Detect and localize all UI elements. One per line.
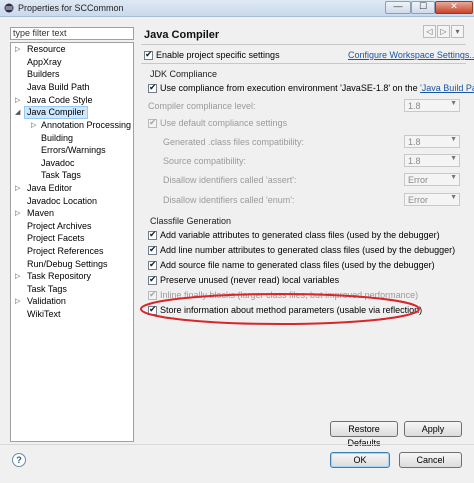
disallow-enum-value: Error xyxy=(408,195,428,205)
enable-project-specific-checkbox[interactable] xyxy=(144,49,153,60)
tree-item-wikitext[interactable]: WikiText xyxy=(27,309,61,320)
preserve-unused-checkbox[interactable] xyxy=(148,274,157,285)
forward-button[interactable]: ▷ xyxy=(437,25,450,38)
disallow-assert-value: Error xyxy=(408,175,428,185)
collapsed-arrow-icon[interactable]: ▷ xyxy=(15,96,20,104)
chevron-down-icon: ▼ xyxy=(450,100,457,107)
collapsed-arrow-icon[interactable]: ▷ xyxy=(15,209,20,217)
help-icon: ? xyxy=(16,455,22,465)
maximize-button[interactable]: ☐ xyxy=(411,1,435,14)
source-file-name-label: Add source file name to generated class … xyxy=(160,260,435,270)
highlight-ellipse xyxy=(140,293,420,325)
tree-item-building[interactable]: Building xyxy=(41,133,73,144)
help-button[interactable]: ? xyxy=(12,453,26,467)
configure-workspace-link[interactable]: Configure Workspace Settings... xyxy=(348,50,474,60)
expanded-arrow-icon[interactable]: ◢ xyxy=(15,108,20,116)
disallow-assert-label: Disallow identifiers called 'assert': xyxy=(163,175,297,185)
maximize-icon: ☐ xyxy=(418,1,428,11)
source-compat-value: 1.8 xyxy=(408,156,421,166)
tree-item-annotation-processing[interactable]: Annotation Processing xyxy=(41,120,131,131)
tree-item-javadoc[interactable]: Javadoc xyxy=(41,158,75,169)
tree-item-task-tags-compiler[interactable]: Task Tags xyxy=(41,170,81,181)
tree-item-errors-warnings[interactable]: Errors/Warnings xyxy=(41,145,106,156)
chevron-down-icon: ▼ xyxy=(450,155,457,162)
tree-item-java-build-path[interactable]: Java Build Path xyxy=(27,82,90,93)
tree-item-task-repository[interactable]: Task Repository xyxy=(27,271,91,282)
use-default-compliance-checkbox[interactable] xyxy=(148,117,157,128)
tree-item-task-tags[interactable]: Task Tags xyxy=(27,284,67,295)
enable-project-specific-label: Enable project specific settings xyxy=(156,50,280,60)
generated-compat-select[interactable]: 1.8 ▼ xyxy=(404,135,460,148)
line-number-attributes-label: Add line number attributes to generated … xyxy=(160,245,456,255)
tree-item-builders[interactable]: Builders xyxy=(27,69,60,80)
tree-item-project-facets[interactable]: Project Facets xyxy=(27,233,85,244)
app-icon xyxy=(4,3,14,13)
chevron-down-icon: ▼ xyxy=(450,174,457,181)
close-button[interactable]: ✕ xyxy=(435,1,473,14)
variable-attributes-label: Add variable attributes to generated cla… xyxy=(160,230,440,240)
generated-compat-label: Generated .class files compatibility: xyxy=(163,137,305,147)
tree-item-java-compiler[interactable]: Java Compiler xyxy=(24,106,88,119)
tree-item-project-references[interactable]: Project References xyxy=(27,246,104,257)
chevron-down-icon: ▾ xyxy=(455,27,460,36)
cancel-button[interactable]: Cancel xyxy=(399,452,462,468)
use-compliance-label: Use compliance from execution environmen… xyxy=(160,83,474,93)
tree-item-project-archives[interactable]: Project Archives xyxy=(27,221,92,232)
settings-divider xyxy=(141,63,466,64)
forward-arrow-icon: ▷ xyxy=(440,27,447,36)
collapsed-arrow-icon[interactable]: ▷ xyxy=(15,45,20,53)
line-number-attributes-checkbox[interactable] xyxy=(148,244,157,255)
close-icon: ✕ xyxy=(450,1,458,11)
compiler-compliance-select[interactable]: 1.8 ▼ xyxy=(404,99,460,112)
use-compliance-checkbox[interactable] xyxy=(148,82,157,93)
back-button[interactable]: ◁ xyxy=(423,25,436,38)
filter-placeholder: type filter text xyxy=(13,28,67,38)
compiler-compliance-label: Compiler compliance level: xyxy=(148,101,256,111)
back-arrow-icon: ◁ xyxy=(426,27,433,36)
collapsed-arrow-icon[interactable]: ▷ xyxy=(15,297,20,305)
tree-item-java-code-style[interactable]: Java Code Style xyxy=(27,95,93,106)
header-divider xyxy=(141,44,466,45)
tree-item-validation[interactable]: Validation xyxy=(27,296,66,307)
footer-divider xyxy=(0,444,474,445)
minimize-button[interactable]: — xyxy=(385,1,411,14)
collapsed-arrow-icon[interactable]: ▷ xyxy=(15,184,20,192)
page-title: Java Compiler xyxy=(144,29,220,41)
ok-button[interactable]: OK xyxy=(330,452,390,468)
tree-item-resource[interactable]: Resource xyxy=(27,44,66,55)
minimize-icon: — xyxy=(393,1,403,11)
chevron-down-icon: ▼ xyxy=(450,194,457,201)
compiler-compliance-value: 1.8 xyxy=(408,101,421,111)
tree-item-appxray[interactable]: AppXray xyxy=(27,57,62,68)
tree-item-javadoc-location[interactable]: Javadoc Location xyxy=(27,196,97,207)
disallow-enum-select[interactable]: Error ▼ xyxy=(404,193,460,206)
disallow-assert-select[interactable]: Error ▼ xyxy=(404,173,460,186)
classfile-generation-group-title: Classfile Generation xyxy=(150,216,232,226)
variable-attributes-checkbox[interactable] xyxy=(148,229,157,240)
java-build-path-link[interactable]: 'Java Build Path' xyxy=(420,83,474,93)
view-menu-button[interactable]: ▾ xyxy=(451,25,464,38)
collapsed-arrow-icon[interactable]: ▷ xyxy=(15,272,20,280)
jdk-compliance-group-title: JDK Compliance xyxy=(150,69,218,79)
collapsed-arrow-icon[interactable]: ▷ xyxy=(31,121,36,129)
window-title: Properties for SCCommon xyxy=(18,3,124,13)
tree-item-java-editor[interactable]: Java Editor xyxy=(27,183,72,194)
apply-button[interactable]: Apply xyxy=(404,421,462,437)
use-default-compliance-label: Use default compliance settings xyxy=(160,118,288,128)
source-compat-label: Source compatibility: xyxy=(163,156,247,166)
disallow-enum-label: Disallow identifiers called 'enum': xyxy=(163,195,295,205)
generated-compat-value: 1.8 xyxy=(408,137,421,147)
tree-item-maven[interactable]: Maven xyxy=(27,208,54,219)
restore-defaults-button[interactable]: Restore Defaults xyxy=(330,421,398,448)
source-file-name-checkbox[interactable] xyxy=(148,259,157,270)
chevron-down-icon: ▼ xyxy=(450,136,457,143)
source-compat-select[interactable]: 1.8 ▼ xyxy=(404,154,460,167)
preserve-unused-label: Preserve unused (never read) local varia… xyxy=(160,275,340,285)
tree-item-run-debug-settings[interactable]: Run/Debug Settings xyxy=(27,259,108,270)
